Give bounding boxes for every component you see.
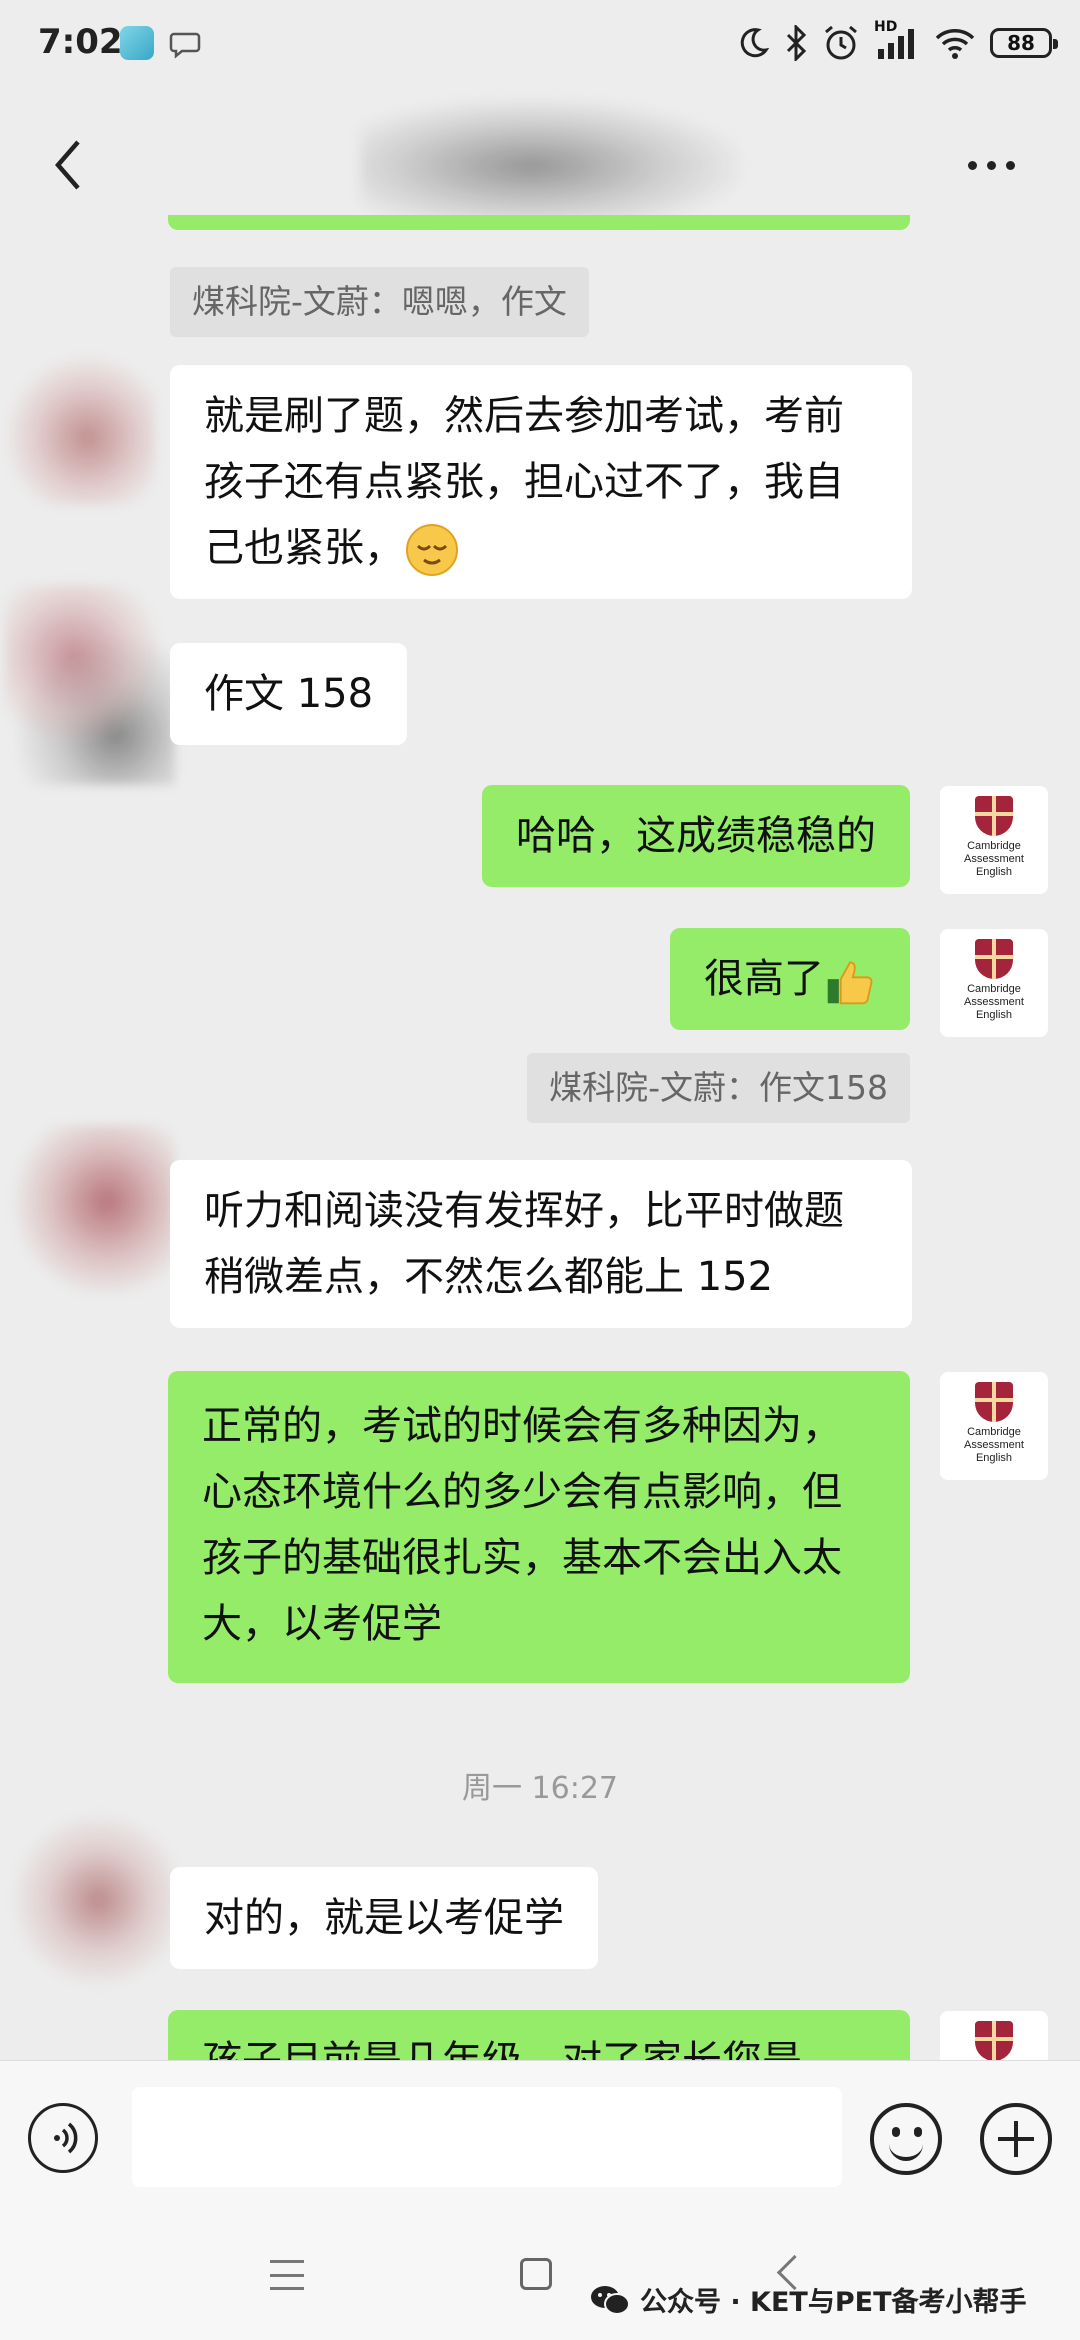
status-icons: HD 88 [736, 18, 1058, 68]
contact-avatar[interactable] [5, 585, 175, 785]
input-bar [0, 2060, 1080, 2221]
nav-menu-button[interactable] [270, 2260, 304, 2290]
avatar-logo-text: Cambridge Assessment English [964, 840, 1024, 878]
message-bubble[interactable]: 就是刷了题，然后去参加考试，考前孩子还有点紧张，担心过不了，我自己也紧张， [170, 365, 912, 599]
back-button[interactable] [40, 130, 100, 200]
app-notification-icon [120, 26, 154, 60]
chat-title-redacted [360, 100, 740, 220]
status-time: 7:02 [38, 22, 123, 62]
status-bar: 7:02 HD 88 [0, 0, 1080, 100]
message-text: 就是刷了题，然后去参加考试，考前孩子还有点紧张，担心过不了，我自己也紧张， [204, 393, 844, 571]
avatar-logo-text: Cambridge Assessment English [964, 983, 1024, 1021]
voice-input-button[interactable] [28, 2103, 98, 2173]
system-nav-bar: 公众号 · KET与PET备考小帮手 [0, 2220, 1080, 2340]
contact-avatar[interactable] [5, 355, 155, 505]
time-divider: 周一 16:27 [462, 1771, 618, 1806]
message-bubble-partial[interactable]: 孩子目前是几年级，对了家长您是 [168, 2010, 910, 2060]
quoted-message[interactable]: 煤科院-文蔚：作文158 [527, 1053, 910, 1123]
cambridge-shield-icon [975, 796, 1013, 836]
message-text: 很高了 [704, 956, 824, 1002]
message-bubble[interactable]: 对的，就是以考促学 [170, 1867, 598, 1969]
my-avatar[interactable]: CambridgeAssessmentEnglish [940, 786, 1048, 894]
nav-home-button[interactable] [520, 2258, 552, 2290]
contact-avatar[interactable] [5, 1125, 175, 1295]
more-options-button[interactable] [968, 150, 1028, 180]
bluetooth-icon [786, 25, 807, 61]
message-bubble-partial[interactable] [168, 215, 910, 230]
signal-icon: HD [874, 19, 920, 61]
watermark-text: 公众号 · KET与PET备考小帮手 [640, 2287, 1027, 2318]
voice-icon [54, 2122, 78, 2154]
more-actions-button[interactable] [980, 2103, 1052, 2175]
emoji-button[interactable] [870, 2103, 942, 2175]
my-avatar[interactable]: CambridgeAssessmentEnglish [940, 929, 1048, 1037]
cambridge-shield-icon [975, 939, 1013, 979]
message-input[interactable] [132, 2087, 842, 2187]
watermark: 公众号 · KET与PET备考小帮手 [590, 2280, 1027, 2319]
message-bubble[interactable]: 很高了 [670, 928, 910, 1030]
wechat-icon [591, 2285, 630, 2315]
thumbs-up-emoji-icon [827, 961, 873, 1005]
battery-indicator: 88 [990, 28, 1058, 58]
wifi-icon [935, 29, 975, 59]
relieved-face-emoji-icon [406, 524, 458, 576]
cambridge-shield-icon [975, 1382, 1013, 1422]
chevron-left-icon [55, 140, 80, 190]
message-bubble[interactable]: 哈哈，这成绩稳稳的 [482, 785, 910, 887]
message-bubble[interactable]: 作文 158 [170, 643, 408, 745]
chat-area[interactable]: 煤科院-文蔚：嗯嗯，作文 就是刷了题，然后去参加考试，考前孩子还有点紧张，担心过… [0, 215, 1080, 2060]
chat-header [0, 100, 1080, 230]
quoted-message[interactable]: 煤科院-文蔚：嗯嗯，作文 [170, 267, 589, 337]
my-avatar[interactable]: CambridgeAssessmentEnglish [940, 1372, 1048, 1480]
message-bubble[interactable]: 正常的，考试的时候会有多种因为，心态环境什么的多少会有点影响，但孩子的基础很扎实… [168, 1371, 910, 1683]
message-bubble[interactable]: 听力和阅读没有发挥好，比平时做题稍微差点，不然怎么都能上 152 [170, 1160, 912, 1328]
moon-icon [740, 28, 770, 58]
avatar-logo-text: Cambridge Assessment English [964, 1426, 1024, 1464]
contact-avatar[interactable] [5, 1815, 175, 1985]
my-avatar[interactable]: CambridgeAssessmentEnglish [940, 2011, 1048, 2060]
message-notification-icon [168, 26, 202, 60]
alarm-icon [825, 25, 857, 60]
cambridge-shield-icon [975, 2021, 1013, 2060]
